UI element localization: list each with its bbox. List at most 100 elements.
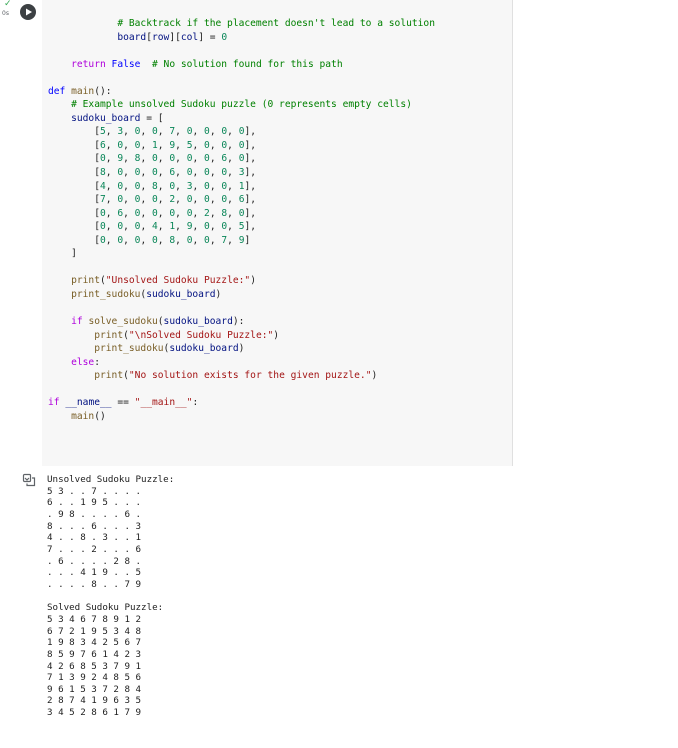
output-line: 9 6 1 5 3 7 2 8 4	[47, 683, 142, 695]
execution-time: 0s	[2, 10, 9, 17]
output-text: Unsolved Sudoku Puzzle: 5 3 . . 7 . . . .…	[47, 474, 174, 719]
code-token: print	[94, 329, 124, 341]
code-token: ,	[209, 139, 222, 151]
code-token: ,	[175, 234, 187, 246]
output-line: Solved Sudoku Puzzle:	[47, 602, 164, 614]
code-token: ,	[227, 167, 239, 179]
code-token: # Example unsolved Sudoku puzzle (0 repr…	[71, 99, 412, 111]
output-line: Unsolved Sudoku Puzzle:	[47, 474, 175, 485]
code-token: ,	[175, 221, 187, 233]
code-token: ,	[175, 126, 187, 138]
output-line: 5 3 . . 7 . . . .	[47, 485, 142, 497]
code-token: ,	[157, 167, 170, 179]
code-content[interactable]: # Backtrack if the placement doesn't lea…	[48, 17, 435, 423]
output-line: . 6 . . . . 2 8 .	[47, 555, 142, 567]
code-line: else:	[48, 356, 435, 370]
code-line: print("No solution exists for the given …	[48, 369, 435, 383]
code-token: ,	[105, 221, 118, 233]
code-token: ,	[140, 126, 153, 138]
code-token: ,	[157, 180, 170, 192]
output-line: 1 9 8 3 4 2 5 6 7	[47, 637, 142, 649]
code-token: ,	[227, 207, 239, 219]
code-token: ,	[227, 180, 239, 192]
code-token: ,	[105, 167, 118, 179]
output-line: . . . 4 1 9 . . 5	[47, 567, 142, 579]
code-token: sudoku_board	[163, 316, 233, 328]
code-token: ,	[157, 221, 170, 233]
code-token: ],	[244, 221, 257, 233]
code-token: [	[48, 139, 100, 151]
code-token: )	[371, 370, 378, 382]
code-token: ,	[175, 139, 187, 151]
output-actions-icon[interactable]	[22, 473, 36, 487]
code-token: ,	[140, 153, 153, 165]
code-cell-editor[interactable]: # Backtrack if the placement doesn't lea…	[42, 0, 513, 466]
output-line: . 9 8 . . . . 6 .	[47, 508, 142, 520]
code-line: print("\nSolved Sudoku Puzzle:")	[48, 329, 435, 343]
code-line: [8, 0, 0, 0, 6, 0, 0, 0, 3],	[48, 166, 435, 180]
code-token: ,	[192, 180, 205, 192]
code-token: return	[71, 58, 106, 70]
code-token: ]	[244, 234, 251, 246]
run-cell-button[interactable]	[20, 4, 36, 20]
code-line: [7, 0, 0, 0, 2, 0, 0, 0, 6],	[48, 193, 435, 207]
code-token: ):	[232, 316, 245, 328]
code-token: ][	[169, 31, 181, 43]
code-token: sudoku_board	[71, 112, 141, 124]
code-token: ],	[244, 126, 257, 138]
code-token: # Backtrack if the placement doesn't lea…	[117, 18, 435, 29]
code-token: def	[48, 85, 66, 97]
code-token: ,	[123, 221, 135, 233]
code-token: ,	[209, 180, 222, 192]
output-line: 7 1 3 9 2 4 8 5 6	[47, 672, 142, 684]
output-line: 4 . . 8 . 3 . . 1	[47, 532, 142, 544]
code-token: ,	[140, 194, 153, 206]
code-token: ,	[123, 207, 135, 219]
code-token: ,	[209, 234, 222, 246]
code-token: sudoku_board	[146, 288, 216, 300]
output-line: 5 3 4 6 7 8 9 1 2	[47, 613, 142, 625]
code-token: if	[71, 316, 83, 328]
code-token: ,	[227, 194, 239, 206]
code-token: [	[48, 194, 100, 206]
code-token: ,	[192, 153, 205, 165]
code-token: ,	[123, 126, 135, 138]
code-token: ,	[157, 234, 170, 246]
code-line: print("Unsolved Sudoku Puzzle:")	[48, 274, 435, 288]
code-token: ,	[227, 153, 239, 165]
code-token: print_sudoku	[71, 288, 141, 300]
code-token: main	[71, 410, 95, 422]
code-token: ,	[175, 180, 187, 192]
code-token: ,	[192, 207, 205, 219]
code-token: ,	[209, 207, 222, 219]
code-token: ,	[209, 167, 222, 179]
code-token: ,	[209, 126, 222, 138]
output-line: 3 4 5 2 8 6 1 7 9	[47, 707, 142, 719]
code-token: solve_sudoku	[88, 316, 158, 328]
output-line: 4 2 6 8 5 3 7 9 1	[47, 660, 142, 672]
code-token: ,	[192, 234, 205, 246]
code-token: ,	[140, 180, 153, 192]
code-token: ==	[111, 397, 135, 409]
code-token: ],	[244, 207, 257, 219]
code-token: )	[273, 329, 280, 341]
code-token: ,	[105, 126, 118, 138]
code-line: [5, 3, 0, 0, 7, 0, 0, 0, 0],	[48, 125, 435, 139]
code-token: ],	[244, 139, 257, 151]
code-token: ,	[192, 126, 205, 138]
code-token: ,	[209, 153, 222, 165]
code-token: ,	[105, 153, 118, 165]
code-token: ,	[227, 139, 239, 151]
code-token: [	[48, 221, 100, 233]
output-line: 2 8 7 4 1 9 6 3 5	[47, 695, 142, 707]
